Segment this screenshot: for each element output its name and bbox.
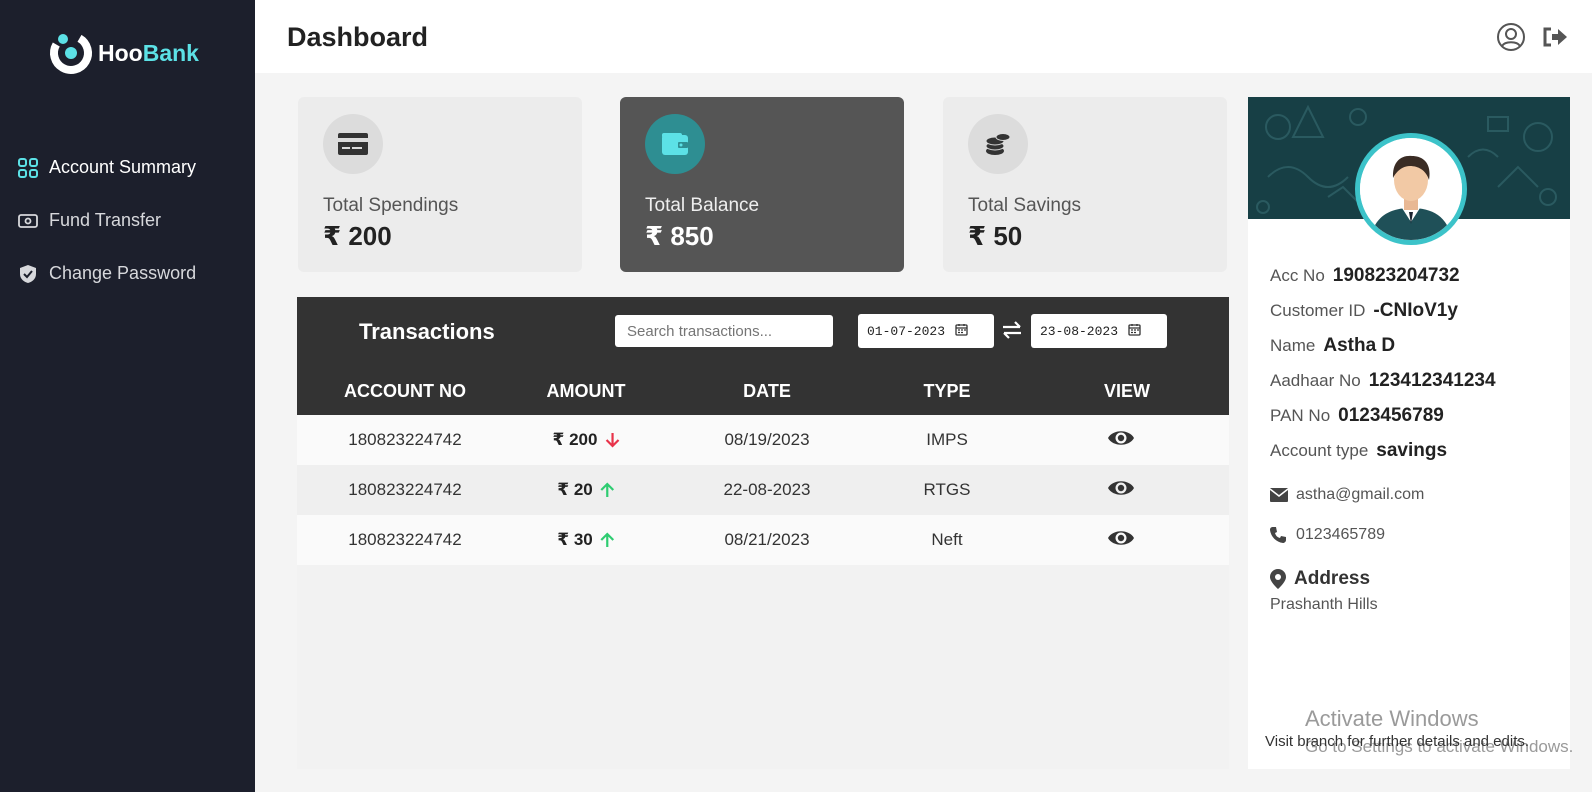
calendar-icon[interactable] — [1128, 323, 1141, 340]
avatar — [1355, 133, 1467, 245]
stat-card-savings: Total Savings ₹ 50 — [943, 97, 1227, 272]
amount-value: ₹ 30 — [557, 530, 593, 549]
brand-logo[interactable]: HooBank — [48, 30, 199, 76]
cell-date: 22-08-2023 — [723, 480, 811, 499]
cell-date: 08/19/2023 — [724, 430, 810, 449]
top-bar: Dashboard — [255, 0, 1592, 73]
cell-amount: ₹ 20 — [557, 480, 615, 500]
swap-dates-icon[interactable] — [1000, 317, 1024, 343]
map-pin-icon — [1270, 569, 1286, 589]
stat-value: ₹ 850 — [645, 221, 714, 251]
page-title: Dashboard — [287, 22, 429, 52]
envelope-icon — [1270, 488, 1290, 502]
stat-label: Total Spendings — [323, 195, 459, 216]
logo-icon — [50, 32, 92, 74]
stat-card-balance: Total Balance ₹ 850 — [620, 97, 904, 272]
to-date-value: 23-08-2023 — [1040, 323, 1119, 339]
column-header-amount: AMOUNT — [546, 381, 626, 401]
column-header-type: TYPE — [923, 381, 971, 401]
address-heading: Address — [1270, 568, 1370, 590]
cell-account: 180823224742 — [348, 480, 462, 499]
cell-account: 180823224742 — [348, 430, 462, 449]
eye-icon[interactable] — [1107, 428, 1135, 448]
cell-type: RTGS — [923, 480, 971, 499]
activate-windows-title: Activate Windows — [1305, 706, 1479, 731]
phone-icon — [1270, 527, 1290, 543]
sidebar-item-change-password[interactable]: Change Password — [0, 247, 255, 300]
phone-value: 0123465789 — [1296, 526, 1385, 543]
cell-type: IMPS — [926, 430, 968, 449]
profile-email: astha@gmail.com — [1270, 486, 1424, 504]
profile-field-aadhaar: Aadhaar No 123412341234 — [1270, 370, 1496, 391]
calendar-icon[interactable] — [955, 323, 968, 340]
brand-name: HooBank — [98, 39, 199, 66]
address-label: Address — [1294, 568, 1371, 589]
transactions-panel: Transactions 01-07-2023 23-08-2023 ACCOU… — [297, 297, 1229, 769]
amount-value: ₹ 200 — [552, 430, 598, 449]
cell-account: 180823224742 — [348, 530, 462, 549]
sidebar-item-fund-transfer[interactable]: Fund Transfer — [0, 194, 255, 247]
wallet-icon — [645, 114, 705, 174]
stat-card-spendings: Total Spendings ₹ 200 — [298, 97, 582, 272]
column-header-date: DATE — [743, 381, 791, 401]
sidebar-item-label: Change Password — [49, 263, 197, 283]
cell-date: 08/21/2023 — [724, 530, 810, 549]
from-date-value: 01-07-2023 — [867, 323, 946, 339]
stat-value: ₹ 50 — [968, 221, 1023, 251]
cell-amount: ₹ 30 — [557, 530, 615, 550]
from-date-field[interactable]: 01-07-2023 — [858, 314, 994, 348]
address-value: Prashanth Hills — [1270, 596, 1378, 613]
stat-label: Total Balance — [645, 195, 760, 216]
table-row: 180823224742 ₹ 200 08/19/2023 IMPS — [297, 415, 1229, 465]
logout-icon[interactable] — [1540, 22, 1570, 52]
user-circle-icon[interactable] — [1496, 22, 1526, 52]
cell-type: Neft — [931, 530, 963, 549]
profile-field-pan: PAN No 0123456789 — [1270, 405, 1444, 426]
shield-icon — [18, 264, 38, 284]
sidebar-item-label: Account Summary — [49, 157, 197, 177]
arrow-up-icon — [600, 482, 615, 498]
amount-value: ₹ 20 — [557, 480, 593, 499]
stat-value: ₹ 200 — [323, 221, 392, 251]
search-input[interactable] — [615, 315, 833, 347]
email-value: astha@gmail.com — [1296, 486, 1425, 503]
column-header-view: VIEW — [1103, 381, 1151, 401]
sidebar: HooBank Account Summary Fund Transfer Ch… — [0, 0, 255, 792]
cell-amount: ₹ 200 — [553, 430, 620, 450]
credit-card-icon — [323, 114, 383, 174]
profile-card: Acc No 190823204732 Customer ID -CNIoV1y N… — [1248, 97, 1570, 769]
profile-hint: Visit branch for further details and edi… — [1265, 733, 1530, 750]
sidebar-item-account-summary[interactable]: Account Summary — [0, 141, 255, 194]
profile-field-acc-no: Acc No 190823204732 — [1270, 265, 1460, 286]
profile-field-customer-id: Customer ID -CNIoV1y — [1270, 300, 1458, 321]
transactions-title: Transactions — [359, 319, 495, 344]
grid-icon — [18, 157, 38, 178]
arrow-up-icon — [600, 532, 615, 548]
coins-icon — [968, 114, 1028, 174]
arrow-down-icon — [605, 432, 620, 448]
profile-field-name: Name Astha D — [1270, 335, 1396, 356]
table-row: 180823224742 ₹ 20 22-08-2023 RTGS — [297, 465, 1229, 515]
profile-phone: 0123465789 — [1270, 526, 1385, 544]
eye-icon[interactable] — [1107, 528, 1135, 548]
to-date-field[interactable]: 23-08-2023 — [1031, 314, 1167, 348]
profile-field-account-type: Account type savings — [1270, 440, 1448, 461]
sidebar-item-label: Fund Transfer — [49, 210, 162, 230]
eye-icon[interactable] — [1107, 478, 1135, 498]
sidebar-nav: Account Summary Fund Transfer Change Pas… — [0, 141, 255, 300]
column-header-account: ACCOUNT NO — [344, 381, 466, 401]
transactions-header: Transactions 01-07-2023 23-08-2023 ACCOU… — [297, 297, 1229, 415]
stat-label: Total Savings — [968, 195, 1082, 216]
cash-icon — [18, 211, 38, 231]
table-row: 180823224742 ₹ 30 08/21/2023 Neft — [297, 515, 1229, 565]
